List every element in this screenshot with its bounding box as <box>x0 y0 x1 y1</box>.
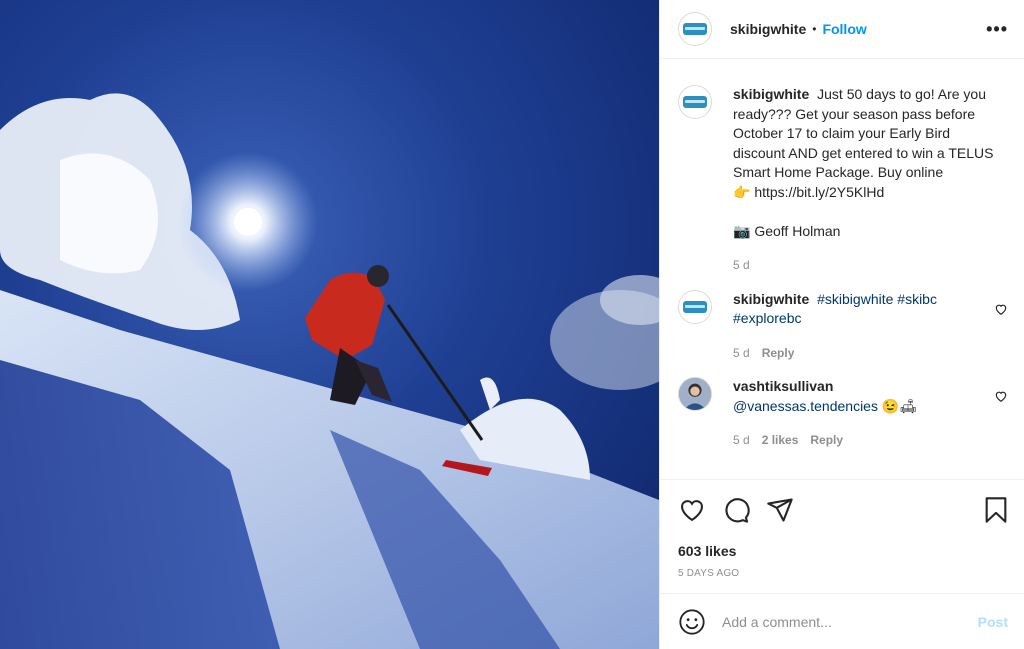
emoji-picker-icon[interactable] <box>678 608 706 636</box>
comment-item: skibigwhite #skibigwhite #skibc #explore… <box>678 289 1008 364</box>
brand-logo-icon <box>683 23 707 35</box>
comment-avatar[interactable] <box>678 377 712 411</box>
comment-avatar[interactable] <box>678 289 712 324</box>
emoji-text: 😉🛋 <box>881 397 918 414</box>
post-comment-button[interactable]: Post <box>978 614 1008 630</box>
post-actions <box>660 479 1024 539</box>
skier-photo-illustration <box>0 0 659 649</box>
pointing-hand-icon: 👉 <box>733 183 751 200</box>
post-header: skibigwhite • Follow ••• <box>660 0 1024 59</box>
photo-credit: Geoff Holman <box>754 222 841 239</box>
save-bookmark-icon[interactable] <box>982 496 1010 524</box>
comment-likes[interactable]: 2 likes <box>762 431 799 451</box>
post-photo[interactable] <box>0 0 659 649</box>
post-date[interactable]: 5 DAYS AGO <box>660 563 1024 585</box>
author-avatar[interactable] <box>678 12 712 46</box>
like-comment-heart-icon[interactable] <box>994 302 1008 316</box>
reply-button[interactable]: Reply <box>762 344 795 364</box>
mention-link[interactable]: @vanessas.tendencies <box>733 398 878 414</box>
follow-button[interactable]: Follow <box>822 21 866 37</box>
caption-meta: 5 d <box>733 256 1005 276</box>
reply-button[interactable]: Reply <box>810 431 843 451</box>
comment-item: vashtiksullivan @vanessas.tendencies 😉🛋 … <box>678 377 1008 451</box>
brand-logo-icon <box>683 300 707 313</box>
comment-meta: 5 d 2 likes Reply <box>733 431 1005 451</box>
brand-logo-icon <box>683 96 707 108</box>
more-options-icon[interactable]: ••• <box>986 19 1008 40</box>
hashtag-link[interactable]: #skibc <box>897 291 937 307</box>
caption-body: skibigwhite Just 50 days to go! Are you … <box>733 85 1005 276</box>
like-comment-heart-icon[interactable] <box>994 389 1008 403</box>
camera-icon: 📷 <box>733 222 751 239</box>
caption: skibigwhite Just 50 days to go! Are you … <box>678 85 1008 276</box>
caption-username[interactable]: skibigwhite <box>733 86 809 102</box>
author-username[interactable]: skibigwhite <box>730 21 806 37</box>
comment-bubble-icon[interactable] <box>722 496 750 524</box>
comment-time[interactable]: 5 d <box>733 344 750 364</box>
user-photo-icon <box>679 378 711 410</box>
comment-username[interactable]: vashtiksullivan <box>733 378 833 394</box>
comments-list[interactable]: skibigwhite Just 50 days to go! Are you … <box>660 59 1024 479</box>
comment-username[interactable]: skibigwhite <box>733 291 809 307</box>
comment-time[interactable]: 5 d <box>733 431 750 451</box>
comment-meta: 5 d Reply <box>733 344 1005 364</box>
header-separator: • <box>812 22 817 36</box>
share-send-icon[interactable] <box>766 496 794 524</box>
caption-link[interactable]: https://bit.ly/2Y5KlHd <box>754 184 884 200</box>
comment-body: vashtiksullivan @vanessas.tendencies 😉🛋 … <box>733 377 1005 451</box>
like-heart-icon[interactable] <box>678 496 706 524</box>
hashtag-link[interactable]: #skibigwhite <box>817 291 893 307</box>
instagram-post: skibigwhite • Follow ••• skibigwhite Jus… <box>0 0 1024 649</box>
caption-time[interactable]: 5 d <box>733 256 750 276</box>
post-details-panel: skibigwhite • Follow ••• skibigwhite Jus… <box>659 0 1024 649</box>
add-comment-bar: Post <box>660 593 1024 649</box>
hashtag-link[interactable]: #explorebc <box>733 310 802 326</box>
caption-avatar[interactable] <box>678 85 712 119</box>
comment-input[interactable] <box>722 613 978 630</box>
comment-body: skibigwhite #skibigwhite #skibc #explore… <box>733 290 1005 364</box>
likes-count[interactable]: 603 likes <box>660 539 1024 563</box>
